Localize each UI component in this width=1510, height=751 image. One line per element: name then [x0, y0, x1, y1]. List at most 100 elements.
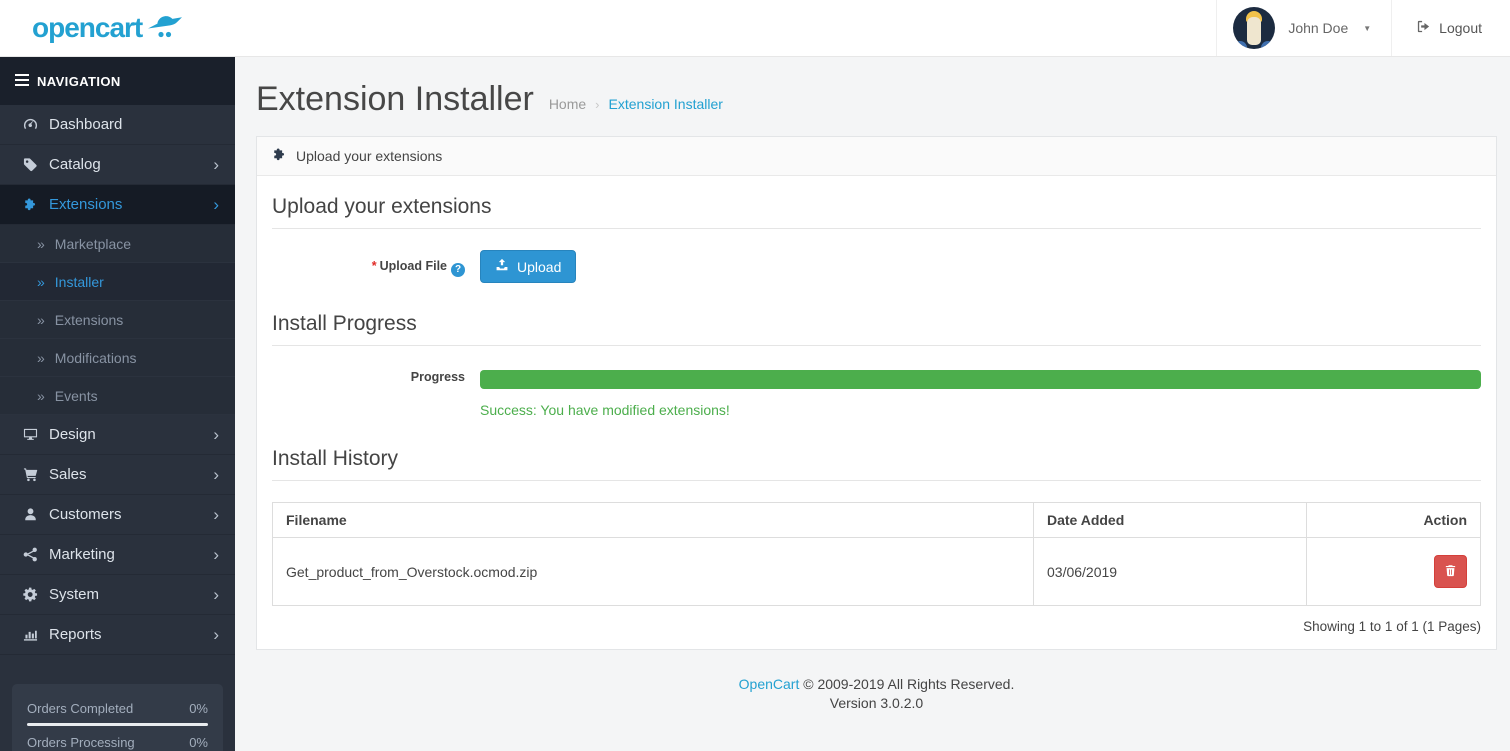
- tag-icon: [23, 157, 49, 172]
- sidebar-subitem-label: Events: [54, 387, 98, 404]
- upload-icon: [495, 258, 509, 275]
- chevron-right-icon: ›: [213, 625, 219, 644]
- stat-value: 0%: [189, 701, 208, 716]
- opencart-logo[interactable]: opencart: [0, 0, 235, 56]
- navigation-header-label: NAVIGATION: [37, 73, 121, 89]
- user-avatar: [1233, 7, 1276, 49]
- chevron-right-icon: ›: [213, 505, 219, 524]
- double-chevron-icon: »: [37, 349, 45, 366]
- breadcrumb-separator: ›: [595, 96, 600, 112]
- stat-orders-processing: Orders Processing 0%: [27, 735, 208, 750]
- user-icon: [23, 507, 49, 522]
- sidebar-item-label: Customers: [49, 506, 122, 523]
- progress-section-legend: Install Progress: [272, 312, 1481, 346]
- sidebar-item-dashboard[interactable]: Dashboard: [0, 105, 235, 145]
- sidebar-item-label: Sales: [49, 466, 87, 483]
- install-history-table: Filename Date Added Action Get_product_f…: [272, 502, 1481, 606]
- puzzle-icon: [272, 147, 287, 165]
- user-menu[interactable]: John Doe ▼: [1216, 0, 1391, 56]
- logout-label: Logout: [1439, 20, 1482, 36]
- cart-logo-icon: [147, 13, 183, 44]
- trash-icon: [1444, 564, 1457, 580]
- cell-filename: Get_product_from_Overstock.ocmod.zip: [272, 537, 1034, 606]
- gear-icon: [23, 587, 49, 602]
- installer-panel: Upload your extensions Upload your exten…: [256, 136, 1497, 650]
- sidebar-subitem-modifications[interactable]: » Modifications: [0, 339, 235, 377]
- opencart-footer-link[interactable]: OpenCart: [739, 676, 800, 692]
- table-row: Get_product_from_Overstock.ocmod.zip 03/…: [272, 537, 1481, 606]
- header-right: John Doe ▼ Logout: [1216, 0, 1510, 56]
- delete-button[interactable]: [1434, 555, 1467, 588]
- main-content: Extension Installer Home › Extension Ins…: [235, 57, 1510, 751]
- history-section-legend: Install History: [272, 447, 1481, 481]
- table-header-row: Filename Date Added Action: [272, 502, 1481, 538]
- column-header-action: Action: [1306, 502, 1481, 538]
- upload-button[interactable]: Upload: [480, 250, 577, 283]
- sidebar-subitem-extensions[interactable]: » Extensions: [0, 301, 235, 339]
- sidebar-item-label: Extensions: [49, 196, 123, 213]
- column-header-date-added: Date Added: [1033, 502, 1307, 538]
- cell-date-added: 03/06/2019: [1033, 537, 1307, 606]
- sidebar-subitem-marketplace[interactable]: » Marketplace: [0, 225, 235, 263]
- chevron-right-icon: ›: [213, 585, 219, 604]
- sidebar-item-extensions[interactable]: Extensions ›: [0, 185, 235, 225]
- progress-bar: [480, 370, 1481, 389]
- opencart-admin: opencart John Doe ▼ Logout NAVIGATION Da…: [0, 0, 1510, 751]
- sidebar-item-label: Reports: [49, 626, 102, 643]
- sidebar-item-reports[interactable]: Reports ›: [0, 615, 235, 655]
- panel-heading: Upload your extensions: [257, 137, 1496, 176]
- sidebar-item-label: Dashboard: [49, 116, 123, 133]
- progress-row: Progress Success: You have modified exte…: [272, 367, 1481, 418]
- extensions-submenu: » Marketplace » Installer » Extensions »…: [0, 225, 235, 415]
- double-chevron-icon: »: [37, 273, 45, 290]
- chevron-right-icon: ›: [213, 425, 219, 444]
- cart-icon: [23, 467, 49, 482]
- chevron-right-icon: ›: [213, 195, 219, 214]
- upload-file-label: * Upload File?: [272, 250, 480, 283]
- sidebar-item-sales[interactable]: Sales ›: [0, 455, 235, 495]
- upload-file-row: * Upload File? Upload: [272, 250, 1481, 283]
- sidebar-item-design[interactable]: Design ›: [0, 415, 235, 455]
- puzzle-icon: [23, 197, 49, 212]
- bar-chart-icon: [23, 627, 49, 642]
- logo-text: opencart: [32, 12, 143, 43]
- panel-heading-label: Upload your extensions: [296, 148, 443, 164]
- logout-button[interactable]: Logout: [1391, 0, 1510, 56]
- sidebar-item-marketing[interactable]: Marketing ›: [0, 535, 235, 575]
- upload-section-legend: Upload your extensions: [272, 195, 1481, 229]
- sidebar-item-label: System: [49, 586, 100, 603]
- stat-bar-completed: [27, 723, 208, 726]
- sidebar-subitem-label: Installer: [54, 273, 104, 290]
- page-header: Extension Installer Home › Extension Ins…: [256, 57, 1497, 136]
- sidebar-item-label: Marketing: [49, 546, 115, 563]
- sidebar-item-label: Catalog: [49, 156, 101, 173]
- sidebar-subitem-installer[interactable]: » Installer: [0, 263, 235, 301]
- sidebar-subitem-label: Extensions: [54, 311, 124, 328]
- pagination-status: Showing 1 to 1 of 1 (1 Pages): [1303, 619, 1481, 634]
- help-icon[interactable]: ?: [451, 262, 465, 277]
- dashboard-icon: [23, 117, 49, 132]
- progress-label: Progress: [410, 370, 465, 384]
- sidebar-item-customers[interactable]: Customers ›: [0, 495, 235, 535]
- hamburger-icon: [15, 73, 29, 89]
- sidebar-item-catalog[interactable]: Catalog ›: [0, 145, 235, 185]
- copyright-text: © 2009-2019 All Rights Reserved.: [803, 676, 1015, 692]
- sidebar-stats-panel: Orders Completed 0% Orders Processing 0%: [12, 684, 223, 751]
- sign-out-icon: [1416, 19, 1431, 37]
- sidebar-subitem-label: Marketplace: [54, 235, 132, 252]
- double-chevron-icon: »: [37, 387, 45, 404]
- sidebar-item-label: Design: [49, 426, 96, 443]
- top-header: opencart John Doe ▼ Logout: [0, 0, 1510, 57]
- version-text: Version 3.0.2.0: [829, 694, 924, 711]
- column-header-filename: Filename: [272, 502, 1034, 538]
- breadcrumb-current[interactable]: Extension Installer: [609, 96, 723, 112]
- sidebar-item-system[interactable]: System ›: [0, 575, 235, 615]
- sidebar-subitem-events[interactable]: » Events: [0, 377, 235, 415]
- double-chevron-icon: »: [37, 235, 45, 252]
- breadcrumb-home[interactable]: Home: [549, 96, 586, 112]
- monitor-icon: [23, 427, 49, 442]
- caret-down-icon: ▼: [1363, 23, 1372, 33]
- stat-label: Orders Processing: [27, 735, 135, 750]
- page-title: Extension Installer: [256, 80, 534, 118]
- upload-button-label: Upload: [517, 258, 562, 275]
